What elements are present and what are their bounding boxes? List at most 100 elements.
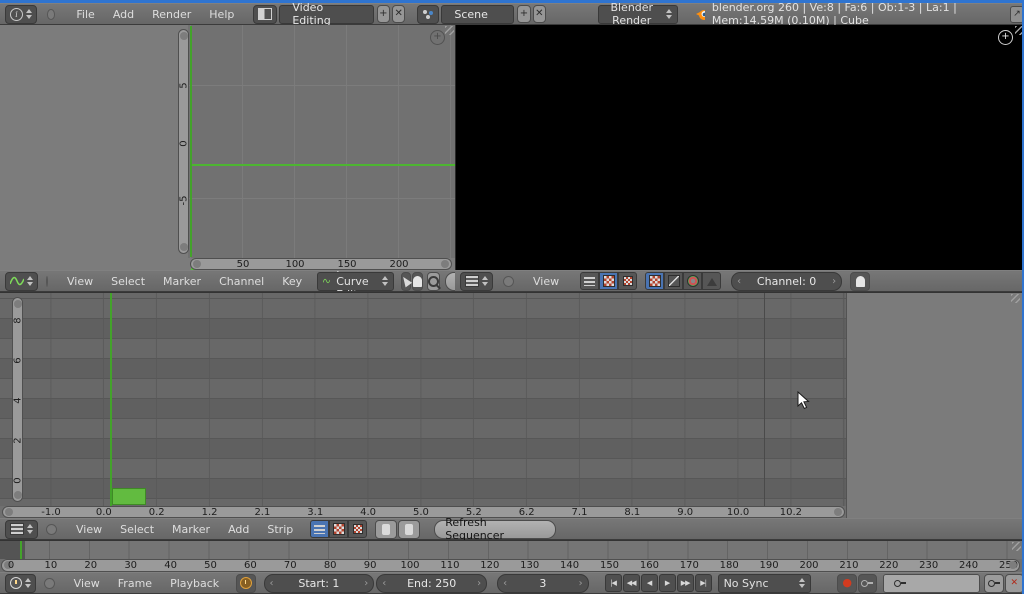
render-engine-dropdown[interactable]: Blender Render bbox=[598, 5, 678, 24]
auto-keyframe-button[interactable] bbox=[858, 574, 877, 593]
menu-help[interactable]: Help bbox=[200, 8, 243, 21]
sequencer-grid[interactable] bbox=[0, 293, 846, 506]
paste-strip-button[interactable] bbox=[398, 520, 420, 539]
playback-button--[interactable]: ▶ bbox=[659, 574, 676, 592]
sequencer-horizontal-scrollbar[interactable]: -1.00.00.21.22.13.14.05.05.26.27.18.19.0… bbox=[2, 506, 845, 518]
sequencer-lines-icon bbox=[584, 277, 595, 286]
refresh-sequencer-button[interactable]: Refresh Sequencer bbox=[434, 520, 556, 539]
display-luma-toggle[interactable] bbox=[664, 272, 683, 290]
view-sequencer-toggle[interactable] bbox=[310, 520, 329, 538]
menu-channel[interactable]: Channel bbox=[210, 275, 273, 288]
fcurve-current-frame-line[interactable] bbox=[190, 26, 192, 257]
display-histogram-toggle[interactable] bbox=[702, 272, 721, 290]
view-both-toggle[interactable] bbox=[618, 272, 637, 290]
add-scene-button[interactable]: + bbox=[517, 5, 530, 23]
editor-type-selector[interactable]: i bbox=[5, 5, 37, 24]
show-region-plus-icon[interactable]: + bbox=[998, 30, 1013, 45]
fcurve-editor-viewport[interactable]: 50-5 50100150200 + bbox=[0, 25, 455, 270]
screen-layout-browse-button[interactable] bbox=[253, 5, 277, 24]
use-preview-range-button[interactable] bbox=[236, 574, 255, 593]
record-button[interactable]: ● bbox=[837, 574, 856, 593]
menu-frame[interactable]: Frame bbox=[109, 577, 161, 590]
menu-view[interactable]: View bbox=[524, 275, 568, 288]
menu-view[interactable]: View bbox=[65, 577, 109, 590]
collapse-menus-toggle[interactable] bbox=[503, 276, 514, 287]
zoom-tool-button[interactable] bbox=[427, 272, 440, 291]
collapse-menus-toggle[interactable] bbox=[44, 578, 55, 589]
editor-type-selector[interactable] bbox=[5, 272, 38, 291]
collapse-menus-toggle[interactable] bbox=[46, 276, 48, 287]
sequencer-current-frame-line[interactable] bbox=[110, 293, 112, 506]
delete-scene-button[interactable]: ✕ bbox=[533, 5, 546, 23]
area-resize-corner[interactable] bbox=[445, 26, 454, 35]
copy-strip-button[interactable] bbox=[375, 520, 397, 539]
playback-button--[interactable]: ◀◀ bbox=[623, 574, 640, 592]
area-resize-corner[interactable] bbox=[1011, 294, 1020, 303]
editor-type-selector[interactable] bbox=[5, 520, 38, 539]
editor-type-selector[interactable] bbox=[460, 272, 493, 291]
cursor-tool-button[interactable] bbox=[401, 272, 411, 291]
collapse-menus-toggle[interactable] bbox=[46, 524, 57, 535]
record-icon: ● bbox=[842, 578, 852, 588]
menu-select[interactable]: Select bbox=[102, 275, 154, 288]
screen-layout-name-field[interactable]: Video Editing bbox=[279, 5, 373, 24]
sequencer-properties-panel[interactable] bbox=[846, 293, 1023, 519]
fcurve-mode-dropdown[interactable]: F-Curve Editor bbox=[317, 272, 394, 291]
menu-render[interactable]: Render bbox=[143, 8, 200, 21]
menu-marker[interactable]: Marker bbox=[163, 523, 219, 536]
scene-browse-button[interactable] bbox=[417, 5, 439, 24]
menu-add[interactable]: Add bbox=[104, 8, 143, 21]
view-preview-toggle[interactable] bbox=[329, 520, 348, 538]
area-resize-corner[interactable] bbox=[1012, 542, 1021, 551]
sequencer-viewport[interactable]: 86420 -1.00.00.21.22.13.14.05.05.26.27.1… bbox=[0, 292, 1024, 518]
menu-strip[interactable]: Strip bbox=[258, 523, 302, 536]
playback-button--[interactable]: |◀ bbox=[605, 574, 622, 592]
editor-type-selector[interactable] bbox=[5, 574, 36, 593]
fcurve-curve[interactable] bbox=[192, 164, 455, 166]
filters-button[interactable]: ◉ Filters bbox=[445, 272, 455, 291]
view-both-toggle[interactable] bbox=[348, 520, 367, 538]
fcurve-grid[interactable] bbox=[188, 25, 455, 258]
menu-marker[interactable]: Marker bbox=[154, 275, 210, 288]
sequencer-strip[interactable] bbox=[112, 488, 146, 505]
display-chroma-toggle[interactable] bbox=[683, 272, 702, 290]
display-image-toggle[interactable] bbox=[645, 272, 664, 290]
timeline-ruler[interactable] bbox=[0, 541, 1022, 559]
fcurve-x-tick-100: 100 bbox=[285, 259, 304, 270]
menu-view[interactable]: View bbox=[67, 523, 111, 536]
sequencer-vertical-scrollbar[interactable]: 86420 bbox=[12, 297, 23, 502]
menu-file[interactable]: File bbox=[67, 8, 103, 21]
sync-mode-dropdown[interactable]: No Sync bbox=[718, 574, 812, 593]
current-frame-field[interactable]: 3 bbox=[497, 574, 589, 593]
menu-view[interactable]: View bbox=[58, 275, 102, 288]
playback-button--[interactable]: ▶▶ bbox=[677, 574, 694, 592]
end-frame-field[interactable]: End: 250 bbox=[376, 574, 487, 593]
timeline-scrollbar[interactable]: 0102030405060708090100110120130140150160… bbox=[1, 559, 1020, 572]
delete-layout-button[interactable]: ✕ bbox=[392, 5, 405, 23]
fcurve-horizontal-scrollbar[interactable]: 50100150200 bbox=[190, 258, 452, 270]
sequencer-preview-viewport[interactable]: + bbox=[455, 25, 1024, 270]
insert-keyframe-button[interactable] bbox=[984, 574, 1003, 593]
view-sequencer-toggle[interactable] bbox=[580, 272, 599, 290]
menu-playback[interactable]: Playback bbox=[161, 577, 228, 590]
ghost-frames-button[interactable] bbox=[850, 272, 870, 291]
collapse-menus-toggle[interactable] bbox=[47, 9, 55, 20]
scene-name-field[interactable]: Scene bbox=[441, 5, 514, 24]
add-layout-button[interactable]: + bbox=[377, 5, 390, 23]
menu-add[interactable]: Add bbox=[219, 523, 258, 536]
show-region-plus-icon[interactable]: + bbox=[430, 30, 445, 45]
keying-set-field[interactable] bbox=[883, 574, 980, 593]
menu-key[interactable]: Key bbox=[273, 275, 311, 288]
seq-channel-tick-8: 8 bbox=[13, 313, 24, 329]
playback-button--[interactable]: ◀ bbox=[641, 574, 658, 592]
timeline-current-frame-line[interactable] bbox=[20, 541, 22, 559]
menu-select[interactable]: Select bbox=[111, 523, 163, 536]
playback-button--[interactable]: ▶| bbox=[695, 574, 712, 592]
ghost-curves-button[interactable] bbox=[412, 272, 423, 291]
view-preview-toggle[interactable] bbox=[599, 272, 618, 290]
channel-number-field[interactable]: Channel: 0 bbox=[731, 272, 842, 291]
start-frame-field[interactable]: Start: 1 bbox=[264, 574, 375, 593]
sync-mode-value: No Sync bbox=[724, 577, 794, 590]
timeline-viewport[interactable]: 0102030405060708090100110120130140150160… bbox=[0, 540, 1024, 572]
fcurve-vertical-scrollbar[interactable]: 50-5 bbox=[178, 29, 189, 254]
